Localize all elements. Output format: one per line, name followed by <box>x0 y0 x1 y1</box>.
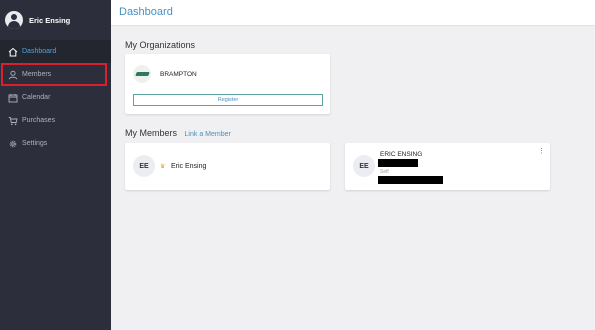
organization-logo <box>133 65 151 83</box>
top-bar: Dashboard <box>111 0 595 26</box>
sidebar-item-label: Purchases <box>22 117 56 124</box>
page-title: Dashboard <box>119 6 173 18</box>
member-card[interactable]: EE ERIC ENSING Self ⋮ <box>345 143 550 190</box>
redacted-block <box>378 159 418 167</box>
more-options-icon[interactable]: ⋮ <box>538 147 545 155</box>
sidebar-item-calendar[interactable]: Calendar <box>0 86 111 109</box>
profile-header[interactable]: Eric Ensing <box>0 0 111 40</box>
member-avatar: EE <box>353 155 375 177</box>
profile-name: Eric Ensing <box>29 15 71 25</box>
avatar <box>5 11 23 29</box>
sidebar-item-settings[interactable]: Settings <box>0 132 111 155</box>
sidebar-item-purchases[interactable]: Purchases <box>0 109 111 132</box>
register-button[interactable]: Register <box>133 94 323 106</box>
sidebar-item-label: Settings <box>22 140 48 147</box>
member-name: ERIC ENSING <box>380 151 423 158</box>
cart-icon <box>8 116 18 126</box>
member-avatar: EE <box>133 155 155 177</box>
member-name: Eric Ensing <box>171 163 207 170</box>
sidebar-item-label: Dashboard <box>22 48 57 55</box>
sidebar: Eric Ensing Dashboard Members Calendar P… <box>0 0 111 330</box>
calendar-icon <box>8 93 18 103</box>
sidebar-item-dashboard[interactable]: Dashboard <box>0 40 111 63</box>
crown-icon: ♛ <box>160 164 166 170</box>
relationship-label: Self <box>380 169 389 175</box>
organization-name: BRAMPTON <box>160 71 197 78</box>
redacted-block <box>378 176 443 184</box>
members-heading: My Members Link a Member <box>125 128 231 138</box>
organizations-heading: My Organizations <box>125 40 196 50</box>
person-icon <box>8 70 18 80</box>
sidebar-item-members[interactable]: Members <box>1 63 107 86</box>
member-card[interactable]: EE ♛ Eric Ensing <box>125 143 330 190</box>
sidebar-item-label: Calendar <box>22 94 51 101</box>
organization-card[interactable]: BRAMPTON Register <box>125 54 330 114</box>
home-icon <box>8 47 18 57</box>
sidebar-item-label: Members <box>22 71 52 78</box>
gear-icon <box>8 139 18 149</box>
members-title: My Members <box>125 128 178 138</box>
link-member-link[interactable]: Link a Member <box>185 131 231 138</box>
